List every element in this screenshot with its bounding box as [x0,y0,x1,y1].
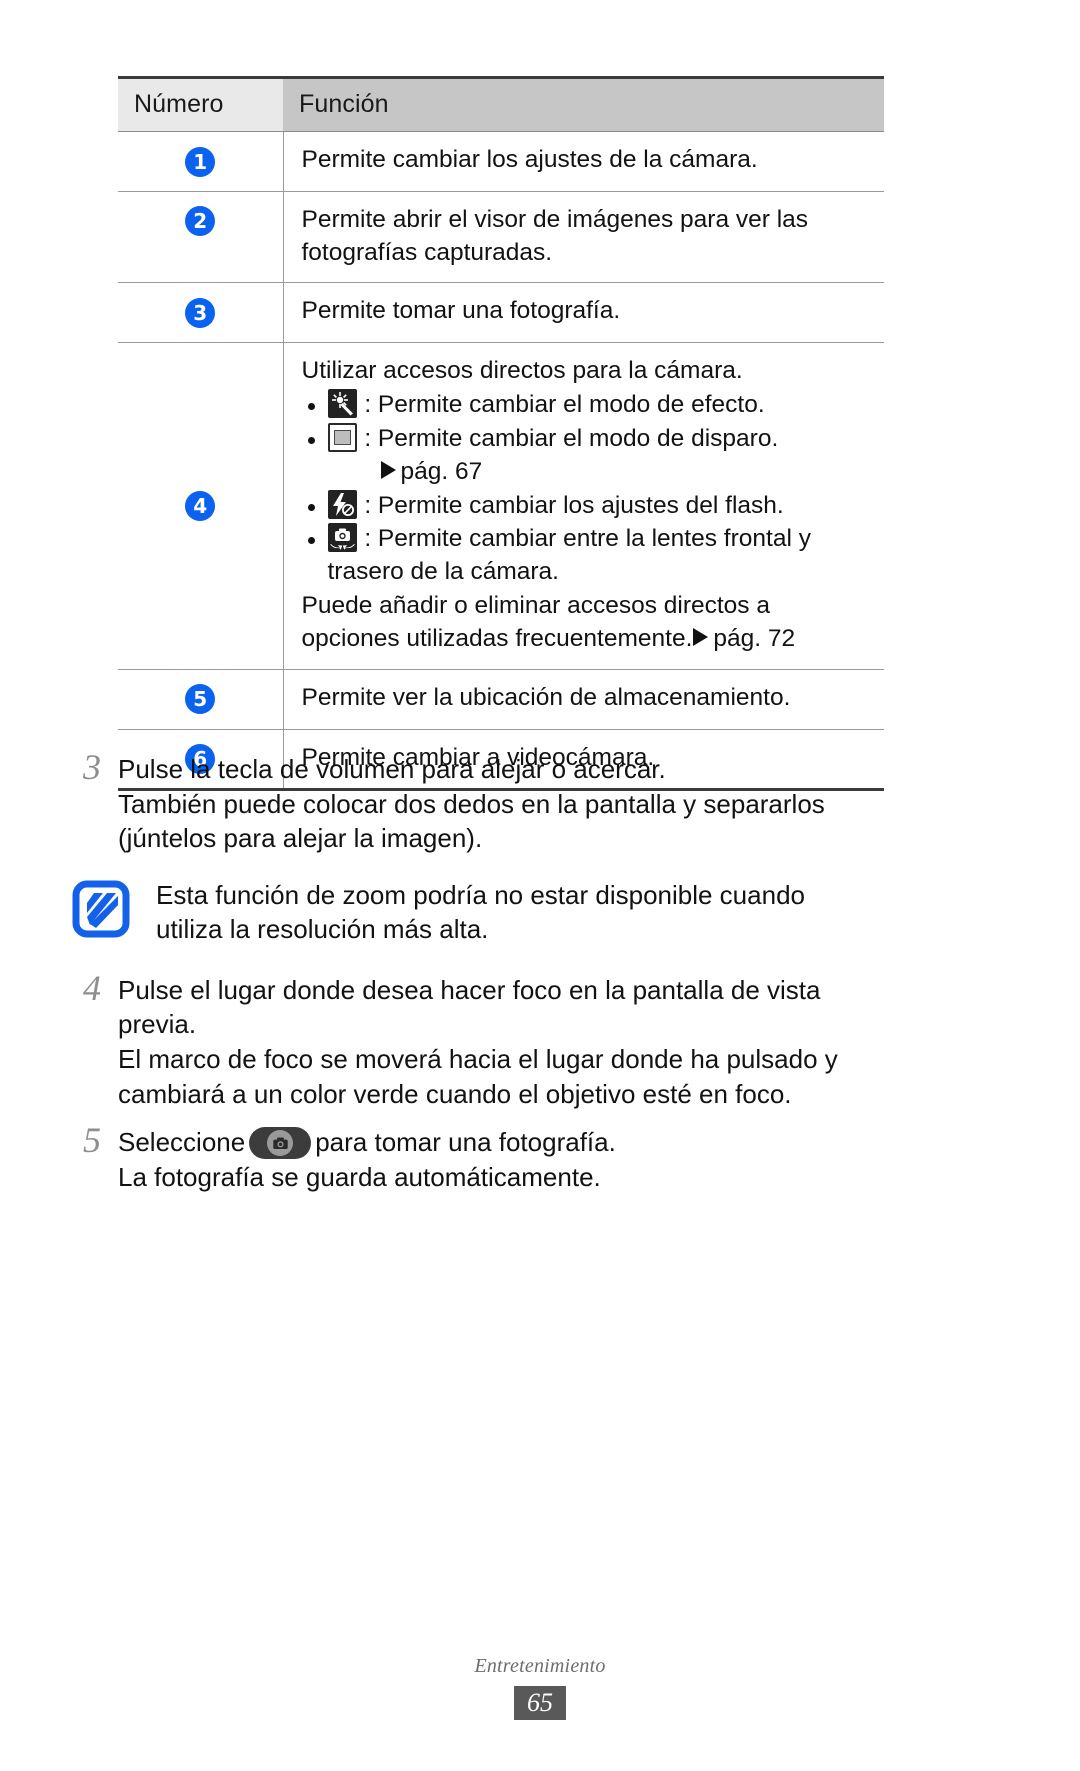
step-line: Pulse la tecla de volumen para alejar o … [118,754,666,784]
row-function-cell: Permite ver la ubicación de almacenamien… [282,669,884,730]
row-function-cell-shortcuts: Utilizar accesos directos para la cámara… [282,342,884,670]
step-text-post: para tomar una fotografía. [315,1127,616,1158]
effect-mode-icon [327,389,357,419]
note-line: Esta función de zoom podría no estar dis… [156,879,805,910]
number-badge-1: 1 [185,146,216,177]
step-number: 5 [83,1120,101,1161]
row-number-cell: 3 [118,282,283,344]
row-number-cell: 5 [118,669,283,730]
table-row: 3 Permite tomar una fotografía. [118,282,884,344]
column-header-numero: Número [118,76,283,132]
reference-arrow-icon [380,460,396,479]
note-text: Esta función de zoom podría no estar dis… [156,878,930,947]
table-row: 4 Utilizar accesos directos para la cáma… [118,342,884,670]
flash-off-icon [327,489,357,519]
function-table-wrapper: Número Función 1 Permite cambiar los aju… [118,76,884,792]
list-item: : Permite cambiar el modo de disparo. pá… [302,422,875,489]
row-function-cell: Permite cambiar los ajustes de la cámara… [282,131,884,192]
step-text-pre: Seleccione [118,1127,246,1158]
number-badge-5: 5 [185,684,216,715]
step-line: La fotografía se guarda automáticamente. [118,1161,601,1192]
shortcuts-bullet-list: : Permite cambiar el modo de efecto. : P… [302,389,875,589]
reference-text: pág. 72 [713,624,796,652]
row-function-cell: Permite abrir el visor de imágenes para … [282,191,884,284]
row-number-cell: 2 [118,191,283,284]
step-line: Seleccione para tomar una fotografía. [118,1125,930,1160]
list-item: : Permite cambiar los ajustes del flash. [302,489,875,523]
shortcuts-outro-line1: Puede añadir o eliminar accesos directos… [301,592,770,620]
row-number-cell: 1 [118,131,283,192]
step-5: 5 Seleccione para tomar una fotografía. L… [70,1120,930,1194]
footer-section-name: Entretenimiento [474,1655,606,1677]
bullet-text: : Permite cambiar entre la lentes fronta… [364,525,811,553]
row-function-cell: Permite tomar una fotografía. [282,282,884,344]
page-reference: pág. 67 [328,456,875,489]
function-table: Número Función 1 Permite cambiar los aju… [118,76,884,792]
shutter-button-icon [249,1127,312,1160]
reference-text: pág. 67 [400,457,483,485]
table-row: 5 Permite ver la ubicación de almacenami… [118,669,884,730]
step-number: 3 [83,747,101,787]
step-line: cambiará a un color verde cuando el obje… [118,1078,792,1109]
row-number-cell: 4 [118,342,283,670]
note-box: Esta función de zoom podría no estar dis… [70,878,930,947]
step-3: 3 Pulse la tecla de volumen para alejar … [70,747,930,856]
bullet-text: : Permite cambiar el modo de efecto. [364,391,765,419]
table-row: 1 Permite cambiar los ajustes de la cáma… [118,131,884,192]
reference-arrow-icon [693,627,709,646]
note-pen-icon [72,880,130,938]
step-body: Pulse el lugar donde desea hacer foco en… [118,973,930,1111]
step-line: Pulse el lugar donde desea hacer foco en… [118,974,821,1005]
page-number: 65 [514,1686,566,1721]
shooting-mode-icon [327,422,357,452]
list-item: : Permite cambiar el modo de efecto. [302,389,875,422]
column-header-funcion: Función [283,76,884,132]
shortcuts-intro: Utilizar accesos directos para la cámara… [301,357,743,385]
instruction-steps: 3 Pulse la tecla de volumen para alejar … [70,747,930,1196]
bullet-text-continued: trasero de la cámara. [327,558,560,586]
list-item: : Permite cambiar entre la lentes fronta… [302,523,875,589]
bullet-text: : Permite cambiar los ajustes del flash. [364,491,784,519]
step-line: (júntelos para alejar la imagen). [118,823,483,854]
shortcuts-outro-line2: opciones utilizadas frecuentemente. pág. … [302,623,875,656]
bullet-text: : Permite cambiar el modo de disparo. [364,424,779,452]
step-number: 4 [83,967,101,1008]
number-badge-3: 3 [185,298,216,329]
step-line: El marco de foco se moverá hacia el luga… [118,1044,838,1075]
outro-text: opciones utilizadas frecuentemente. [301,624,693,652]
manual-page: Número Función 1 Permite cambiar los aju… [0,0,1080,1771]
step-body: Seleccione para tomar una fotografía. La … [118,1125,930,1194]
step-line: También puede colocar dos dedos en la pa… [118,788,825,819]
step-body: Pulse la tecla de volumen para alejar o … [118,752,930,856]
step-4: 4 Pulse el lugar donde desea hacer foco … [70,968,930,1111]
page-footer: Entretenimiento 65 [0,1655,1080,1721]
number-badge-2: 2 [185,206,216,237]
number-badge-4: 4 [185,491,216,522]
table-row: 2 Permite abrir el visor de imágenes par… [118,191,884,284]
step-line: previa. [118,1009,197,1040]
switch-camera-icon [327,523,357,553]
note-line: utiliza la resolución más alta. [156,914,489,945]
table-header-row: Número Función [118,76,884,132]
